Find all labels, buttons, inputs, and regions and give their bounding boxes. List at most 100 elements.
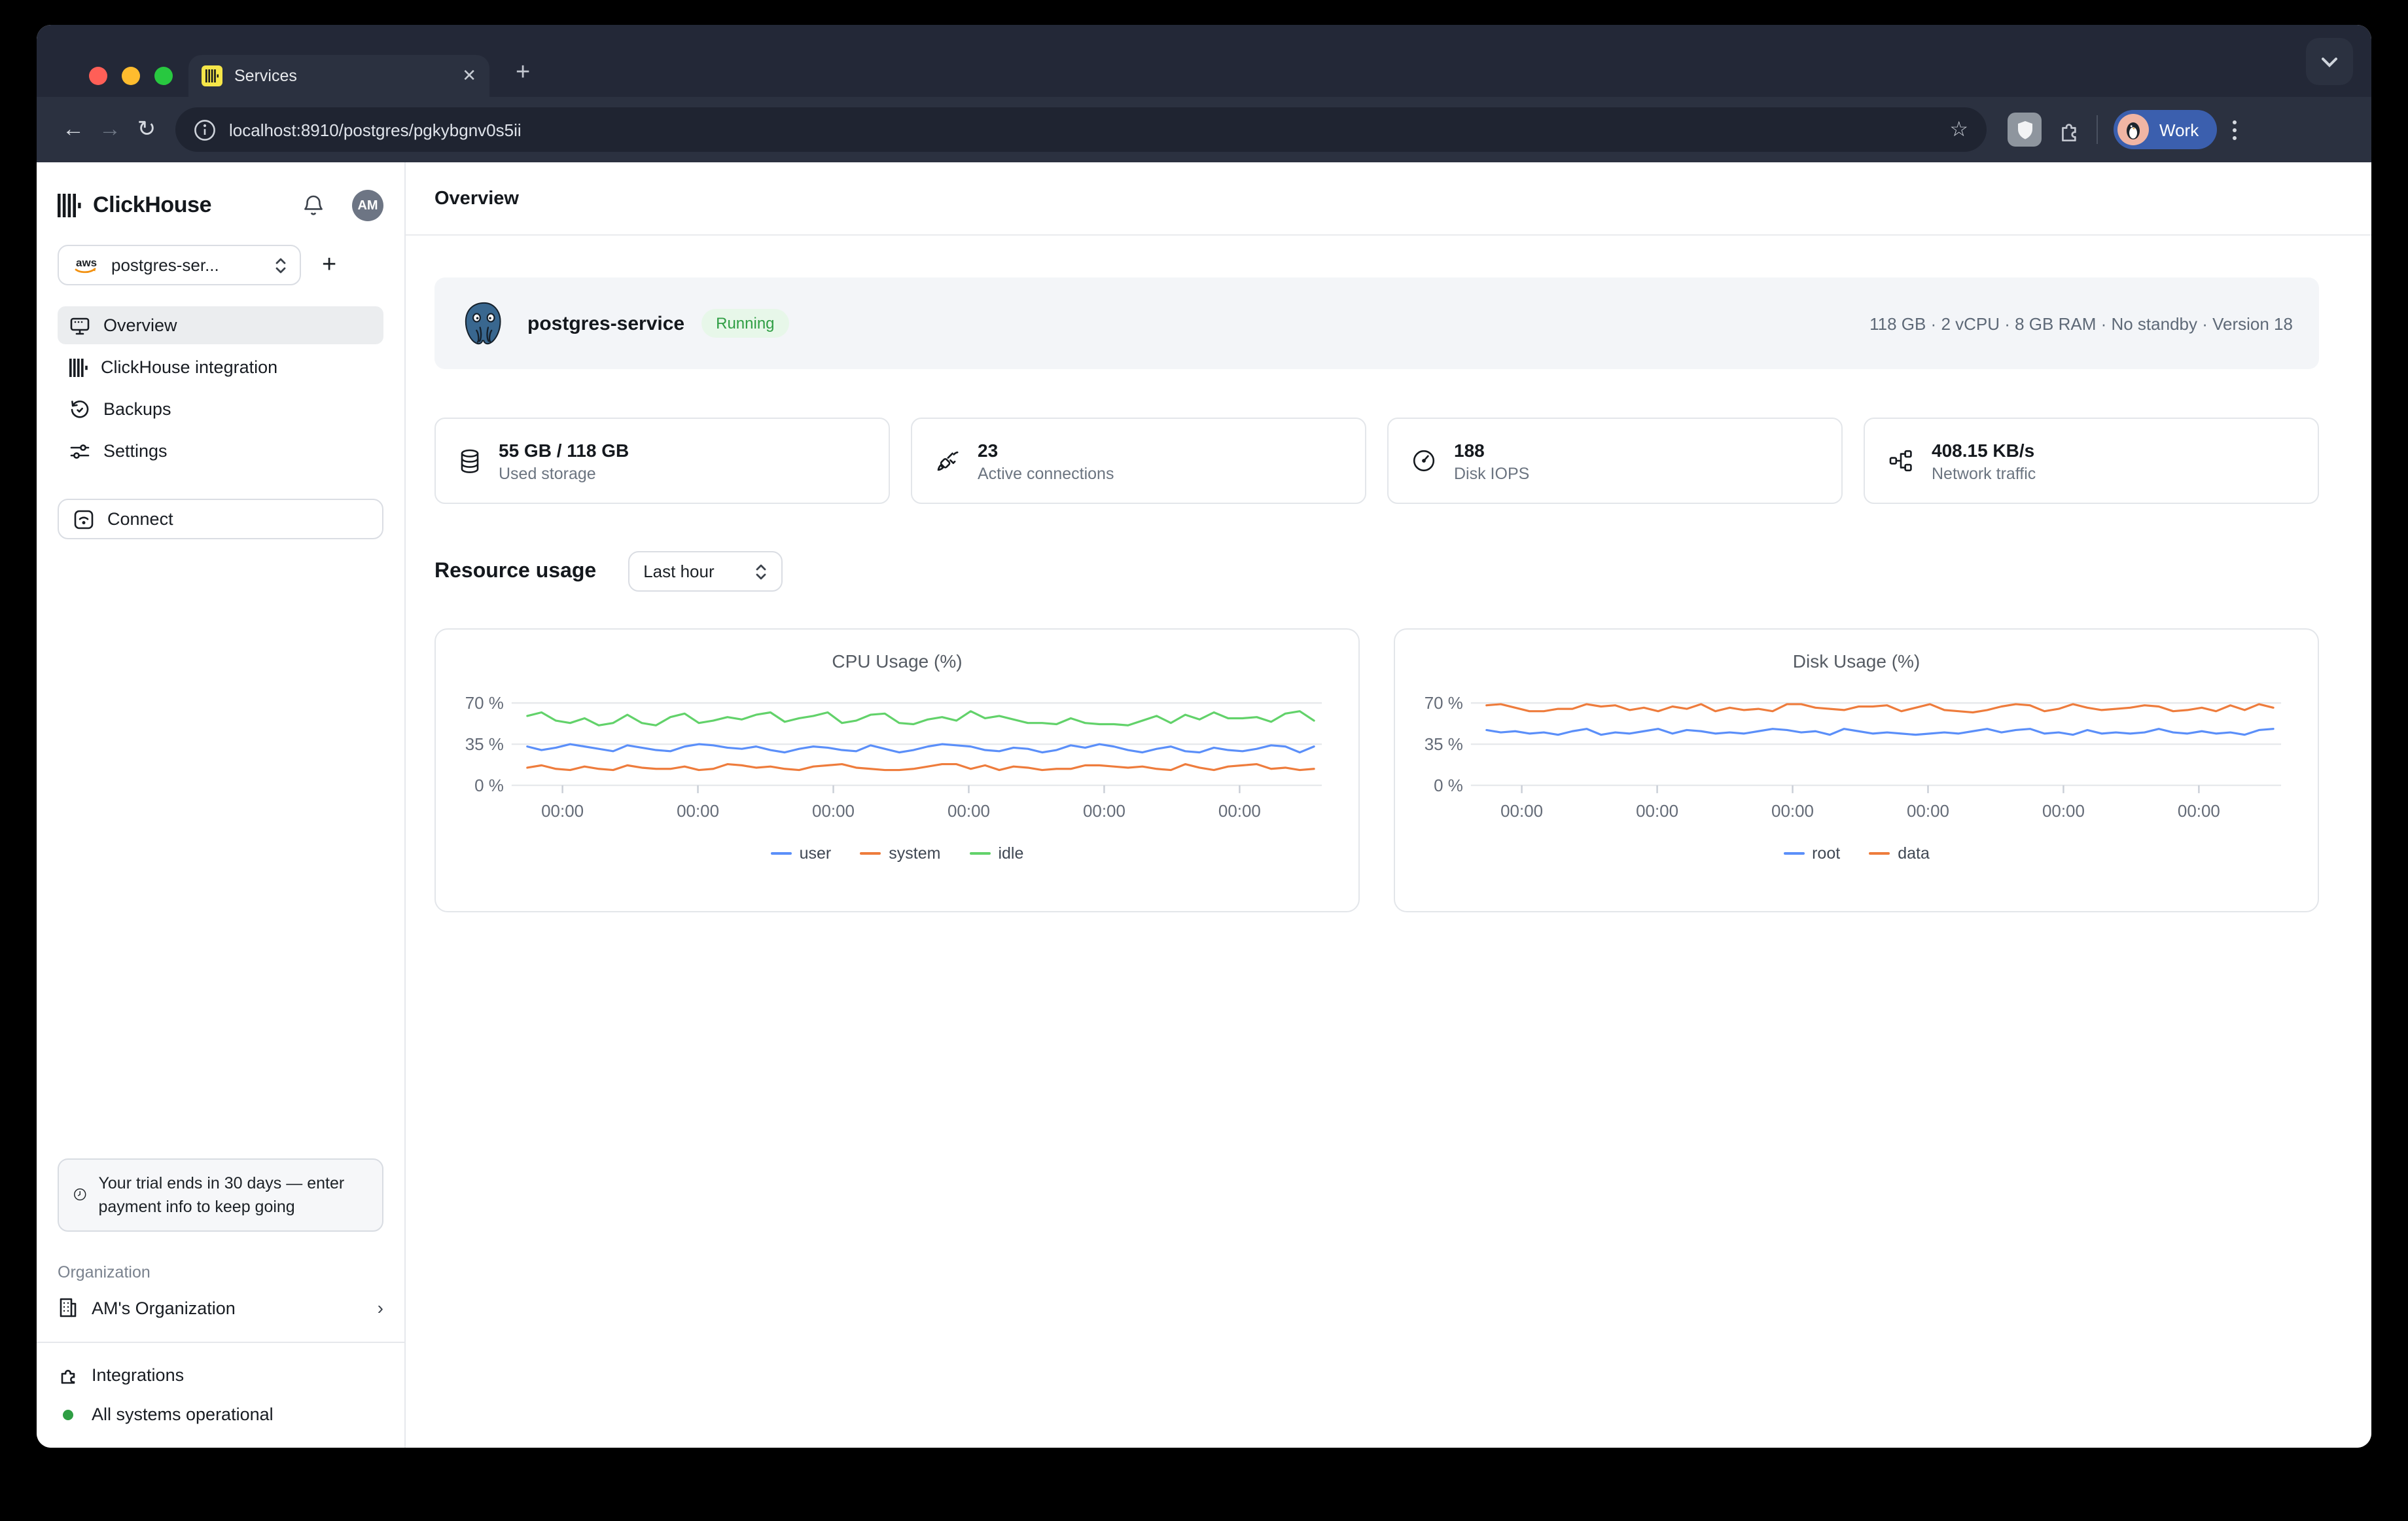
forward-icon[interactable]: →: [92, 111, 128, 148]
stat-card-used-storage: 55 GB / 118 GB Used storage: [434, 418, 890, 504]
window-controls[interactable]: [89, 67, 173, 85]
close-window-button[interactable]: [89, 67, 107, 85]
browser-profile-button[interactable]: Work: [2114, 110, 2217, 149]
disk-usage-chart: Disk Usage (%) 70 %35 %0 %00:0000:0000:0…: [1394, 628, 2319, 912]
app-root: ClickHouse AM aws postgres-ser... +: [37, 162, 2371, 1448]
sidebar-item-clickhouse-integration[interactable]: ClickHouse integration: [58, 348, 383, 386]
svg-text:00:00: 00:00: [677, 801, 719, 821]
legend-item-root[interactable]: root: [1783, 844, 1840, 863]
tab-close-icon[interactable]: ✕: [462, 65, 476, 86]
overview-monitor-icon: [69, 315, 90, 336]
svg-text:00:00: 00:00: [1771, 801, 1814, 821]
tab-strip: Services ✕ +: [37, 25, 2371, 97]
organization-section-label: Organization: [58, 1263, 383, 1281]
trial-notice-text: Your trial ends in 30 days — enter payme…: [99, 1172, 368, 1219]
minimize-window-button[interactable]: [122, 67, 140, 85]
connect-button-label: Connect: [107, 509, 173, 529]
service-selector[interactable]: aws postgres-ser...: [58, 245, 301, 285]
legend-item-data[interactable]: data: [1869, 844, 1930, 863]
svg-text:00:00: 00:00: [1218, 801, 1261, 821]
organization-row[interactable]: AM's Organization ›: [58, 1297, 383, 1318]
resource-usage-row: Resource usage Last hour: [434, 551, 2319, 592]
svg-text:00:00: 00:00: [1907, 801, 1949, 821]
site-info-icon[interactable]: [194, 118, 216, 141]
toolbar-separator: [2097, 115, 2098, 144]
service-specs: 118 GB · 2 vCPU · 8 GB RAM · No standby …: [1869, 313, 2293, 333]
maximize-window-button[interactable]: [154, 67, 173, 85]
stat-value: 55 GB / 118 GB: [499, 439, 629, 460]
legend-label: user: [800, 844, 832, 863]
gauge-icon: [1412, 449, 1436, 473]
back-icon[interactable]: ←: [55, 111, 92, 148]
chart-legend: user system idle: [436, 844, 1358, 863]
resource-usage-heading: Resource usage: [434, 560, 596, 583]
legend-item-user[interactable]: user: [771, 844, 832, 863]
tab-services[interactable]: Services ✕: [188, 55, 489, 97]
stat-value: 23: [978, 439, 1114, 460]
organization-building-icon: [58, 1297, 79, 1318]
chart-title: Disk Usage (%): [1395, 651, 2318, 677]
bookmark-star-icon[interactable]: ☆: [1949, 116, 1968, 143]
sidebar-item-label: Settings: [103, 441, 168, 461]
reload-icon[interactable]: ↻: [128, 111, 165, 148]
new-tab-button[interactable]: +: [516, 59, 530, 88]
organization-name: AM's Organization: [92, 1298, 236, 1317]
svg-text:00:00: 00:00: [1500, 801, 1543, 821]
svg-text:00:00: 00:00: [2178, 801, 2220, 821]
system-status-row[interactable]: All systems operational: [58, 1405, 383, 1424]
browser-window: Services ✕ + ← → ↻ localhost:8910/postgr…: [37, 25, 2371, 1448]
charts-row: CPU Usage (%) 70 % 35 % 0 % 00:00 00:00 00:00…: [434, 628, 2319, 912]
browser-menu-icon[interactable]: [2233, 120, 2237, 139]
postgresql-logo: [461, 299, 508, 348]
time-range-select[interactable]: Last hour: [628, 551, 782, 592]
trial-notice: Your trial ends in 30 days — enter payme…: [58, 1158, 383, 1232]
sidebar-item-overview[interactable]: Overview: [58, 306, 383, 344]
notifications-bell-icon[interactable]: [302, 194, 325, 217]
user-avatar[interactable]: AM: [352, 190, 383, 221]
svg-text:aws: aws: [76, 257, 97, 269]
stat-card-network-traffic: 408.15 KB/s Network traffic: [1864, 418, 2319, 504]
settings-sliders-icon: [69, 440, 90, 461]
shield-extension-icon[interactable]: [2008, 113, 2042, 147]
sidebar-item-label: ClickHouse integration: [101, 357, 277, 377]
svg-text:0 %: 0 %: [1434, 776, 1463, 795]
cpu-usage-plot: 70 %35 %0 %00:0000:0000:0000:0000:0000:0…: [436, 690, 1358, 826]
browser-toolbar: ← → ↻ localhost:8910/postgres/pgkybgnv0s…: [37, 97, 2371, 162]
add-service-button[interactable]: +: [322, 251, 336, 279]
sidebar-item-settings[interactable]: Settings: [58, 432, 383, 470]
trial-clock-icon: [73, 1184, 87, 1206]
legend-item-idle[interactable]: idle: [969, 844, 1023, 863]
system-status-text: All systems operational: [92, 1405, 274, 1424]
time-range-value: Last hour: [643, 562, 714, 581]
integrations-label: Integrations: [92, 1365, 184, 1384]
legend-label: data: [1898, 844, 1930, 863]
integrations-link[interactable]: Integrations: [58, 1364, 383, 1385]
url-bar[interactable]: localhost:8910/postgres/pgkybgnv0s5ii ☆: [175, 107, 1987, 152]
service-selector-row: aws postgres-ser... +: [58, 245, 383, 285]
extensions-puzzle-icon[interactable]: [2057, 118, 2081, 141]
stat-label: Disk IOPS: [1454, 464, 1529, 482]
legend-item-system[interactable]: system: [860, 844, 940, 863]
legend-dash-icon: [771, 852, 792, 855]
tab-search-chevron-icon[interactable]: [2306, 38, 2353, 85]
connect-button[interactable]: Connect: [58, 499, 383, 539]
cpu-usage-chart: CPU Usage (%) 70 %35 %0 %00:0000:0000:00…: [434, 628, 1360, 912]
svg-text:0 %: 0 %: [474, 776, 504, 795]
svg-text:00:00: 00:00: [1083, 801, 1125, 821]
svg-text:70 %: 70 %: [465, 693, 504, 713]
svg-text:35 %: 35 %: [1425, 734, 1463, 754]
svg-text:00:00: 00:00: [541, 801, 584, 821]
service-selector-value: postgres-ser...: [111, 255, 264, 275]
stat-cards-row: 55 GB / 118 GB Used storage 23 Active co…: [434, 418, 2319, 504]
disk-usage-plot: 70 %35 %0 %00:0000:0000:0000:0000:0000:0…: [1395, 690, 2318, 826]
chart-title: CPU Usage (%): [436, 651, 1358, 677]
legend-dash-icon: [969, 852, 990, 855]
url-text[interactable]: localhost:8910/postgres/pgkybgnv0s5ii: [229, 120, 1936, 139]
main-content: Overview postgres-service: [406, 162, 2371, 1448]
profile-name: Work: [2159, 120, 2199, 139]
sidebar-item-backups[interactable]: Backups: [58, 390, 383, 428]
selector-updown-chevron-icon: [275, 256, 287, 274]
stat-card-active-connections: 23 Active connections: [911, 418, 1366, 504]
service-hero: postgres-service Running 118 GB · 2 vCPU…: [434, 277, 2319, 369]
stat-card-disk-iops: 188 Disk IOPS: [1387, 418, 1843, 504]
